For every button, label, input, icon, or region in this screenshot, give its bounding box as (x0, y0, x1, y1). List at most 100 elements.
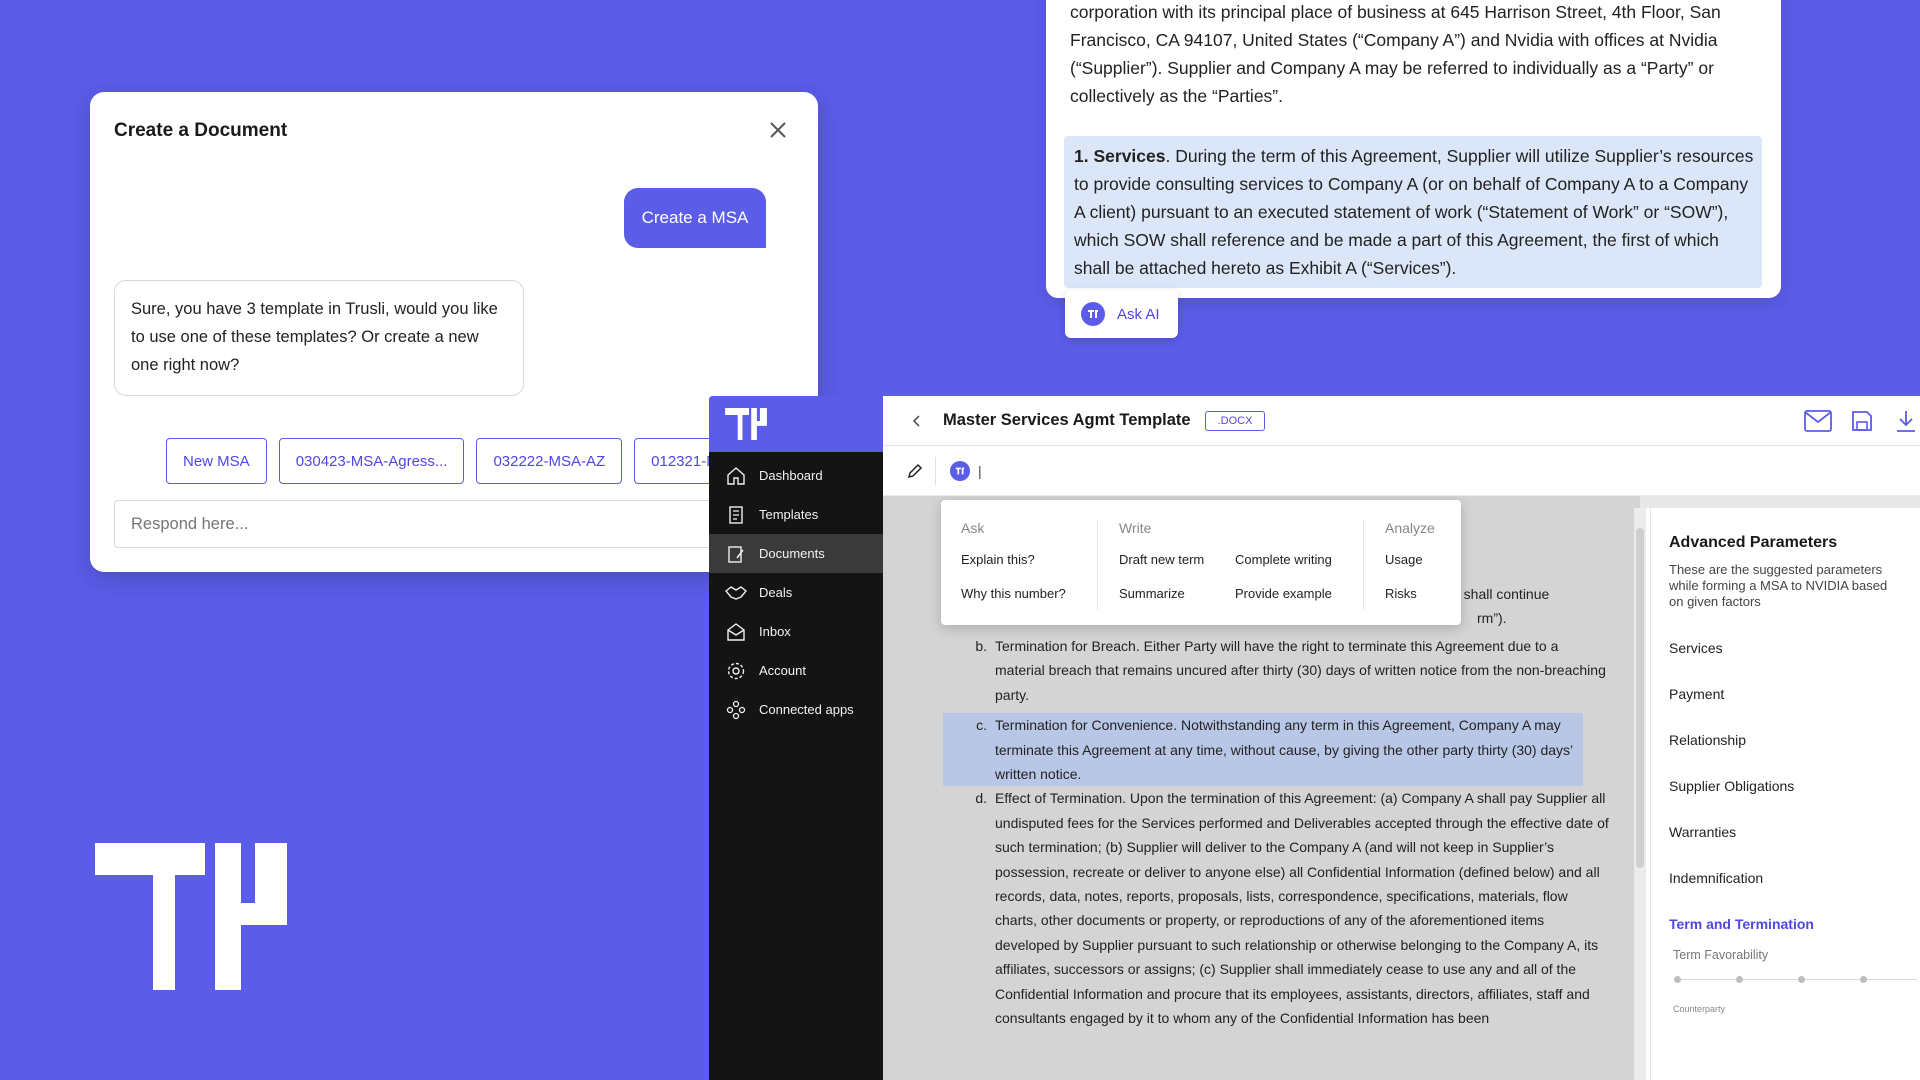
chip-new-msa[interactable]: New MSA (166, 438, 267, 484)
menu-provide-example[interactable]: Provide example (1235, 586, 1332, 601)
favorability-tick[interactable] (1860, 976, 1867, 983)
param-relationship[interactable]: Relationship (1669, 732, 1746, 748)
template-chips: New MSA 030423-MSA-Agress... 032222-MSA-… (166, 438, 736, 484)
logo-icon (725, 408, 767, 440)
panel-description: These are the suggested parameters while… (1669, 562, 1920, 610)
chip-template-030423[interactable]: 030423-MSA-Agress... (278, 438, 465, 484)
sidebar-item-deals[interactable]: Deals (709, 573, 883, 612)
menu-risks[interactable]: Risks (1385, 586, 1417, 601)
ask-ai-label: Ask AI (1117, 305, 1160, 323)
clause-body: . During the term of this Agreement, Sup… (1074, 146, 1754, 278)
dialog-title: Create a Document (114, 120, 288, 141)
documents-icon (725, 543, 747, 565)
panel-description-line: while forming a MSA to NVIDIA based (1669, 578, 1888, 593)
panel-description-line: These are the suggested parameters (1669, 562, 1883, 577)
sidebar-item-dashboard[interactable]: Dashboard (709, 456, 883, 495)
services-clause[interactable]: 1. Services. During the term of this Agr… (1064, 136, 1762, 288)
document-body: b. Termination for Breach. Either Party … (943, 634, 1609, 1031)
close-icon[interactable] (766, 118, 790, 142)
item-label: b. (975, 638, 987, 654)
contract-preview-card: corporation with its principal place of … (1046, 0, 1781, 298)
sidebar-item-label: Templates (759, 507, 819, 522)
sidebar-item-account[interactable]: Account (709, 651, 883, 690)
menu-divider (1363, 520, 1364, 610)
sidebar-item-label: Deals (759, 585, 793, 600)
pencil-icon[interactable] (907, 463, 923, 479)
doc-partial-line-2: rm”). (1477, 610, 1507, 626)
panel-title: Advanced Parameters (1669, 534, 1838, 551)
ai-assistant-icon[interactable] (950, 460, 970, 481)
sidebar-item-templates[interactable]: Templates (709, 495, 883, 534)
doc-partial-line-1: d shall continue (1452, 586, 1550, 602)
clause-number: 1. (1074, 146, 1089, 166)
sidebar-item-label: Connected apps (759, 702, 854, 717)
item-text: Effect of Termination. Upon the terminat… (995, 790, 1609, 1027)
favorability-tick[interactable] (1798, 976, 1805, 983)
editor-toolbar: | (883, 446, 1920, 496)
menu-divider (1097, 520, 1098, 610)
advanced-parameters-panel: Advanced Parameters These are the sugges… (1650, 508, 1920, 1080)
ai-actions-menu: Ask Explain this? Why this number? Write… (941, 500, 1461, 625)
sidebar-nav: Dashboard Templates Documents Deals Inbo… (709, 456, 883, 729)
favorability-tick[interactable] (1736, 976, 1743, 983)
mail-icon[interactable] (1804, 408, 1832, 434)
sidebar-item-label: Dashboard (759, 468, 823, 483)
sidebar-item-connected-apps[interactable]: Connected apps (709, 690, 883, 729)
param-indemnification[interactable]: Indemnification (1669, 870, 1763, 886)
menu-complete-writing[interactable]: Complete writing (1235, 552, 1332, 567)
user-message-bubble: Create a MSA (624, 188, 766, 248)
text-cursor: | (978, 462, 982, 479)
handshake-icon (725, 582, 747, 604)
menu-usage[interactable]: Usage (1385, 552, 1423, 567)
document-header: Master Services Agmt Template .DOCX (883, 396, 1920, 446)
assistant-message-bubble: Sure, you have 3 template in Trusli, wou… (114, 280, 524, 396)
ai-logo-icon (1081, 302, 1105, 326)
param-supplier-obligations[interactable]: Supplier Obligations (1669, 778, 1794, 794)
sidebar-item-label: Account (759, 663, 806, 678)
header-actions (1804, 408, 1920, 434)
clause-title: Services (1093, 146, 1166, 166)
sidebar: Dashboard Templates Documents Deals Inbo… (709, 396, 883, 1080)
doc-item-b[interactable]: b. Termination for Breach. Either Party … (969, 634, 1609, 707)
menu-explain-this[interactable]: Explain this? (961, 552, 1035, 567)
contract-intro-text: corporation with its principal place of … (1070, 2, 1721, 106)
toolbar-divider (935, 456, 936, 485)
term-favorability-label: Term Favorability (1673, 948, 1769, 962)
brand-logo-icon (95, 843, 287, 990)
favorability-slider-track[interactable] (1677, 979, 1917, 980)
ask-ai-button[interactable]: Ask AI (1065, 290, 1178, 338)
panel-description-line: on given factors (1669, 594, 1761, 609)
sidebar-brand[interactable] (709, 396, 883, 452)
download-icon[interactable] (1892, 408, 1920, 434)
menu-draft-new-term[interactable]: Draft new term (1119, 552, 1204, 567)
param-term-and-termination[interactable]: Term and Termination (1669, 916, 1814, 932)
templates-icon (725, 504, 747, 526)
menu-why-this-number[interactable]: Why this number? (961, 586, 1066, 601)
menu-summarize[interactable]: Summarize (1119, 586, 1185, 601)
file-type-badge: .DOCX (1204, 410, 1266, 431)
connected-apps-icon (725, 699, 747, 721)
chip-template-032222[interactable]: 032222-MSA-AZ (476, 438, 623, 484)
sidebar-item-inbox[interactable]: Inbox (709, 612, 883, 651)
chevron-left-icon[interactable] (909, 413, 925, 429)
doc-item-c-highlighted[interactable]: c. Termination for Convenience. Notwiths… (943, 713, 1583, 787)
page-title: Master Services Agmt Template (943, 411, 1191, 429)
home-icon (725, 465, 747, 487)
item-text: Termination for Convenience. Notwithstan… (995, 717, 1573, 783)
menu-heading-analyze: Analyze (1385, 520, 1435, 536)
item-label: c. (976, 717, 987, 734)
save-icon[interactable] (1848, 408, 1876, 434)
sidebar-item-label: Inbox (759, 624, 791, 639)
doc-item-d[interactable]: d. Effect of Termination. Upon the termi… (969, 786, 1609, 1030)
item-text: Termination for Breach. Either Party wil… (995, 638, 1606, 703)
favorability-tick[interactable] (1674, 976, 1681, 983)
sidebar-item-documents[interactable]: Documents (709, 534, 883, 573)
inbox-icon (725, 621, 747, 643)
param-services[interactable]: Services (1669, 640, 1723, 656)
counterparty-label: Counterparty (1673, 1004, 1726, 1014)
param-payment[interactable]: Payment (1669, 686, 1724, 702)
gear-icon (725, 660, 747, 682)
menu-heading-ask: Ask (961, 520, 985, 536)
menu-heading-write: Write (1119, 520, 1152, 536)
param-warranties[interactable]: Warranties (1669, 824, 1736, 840)
